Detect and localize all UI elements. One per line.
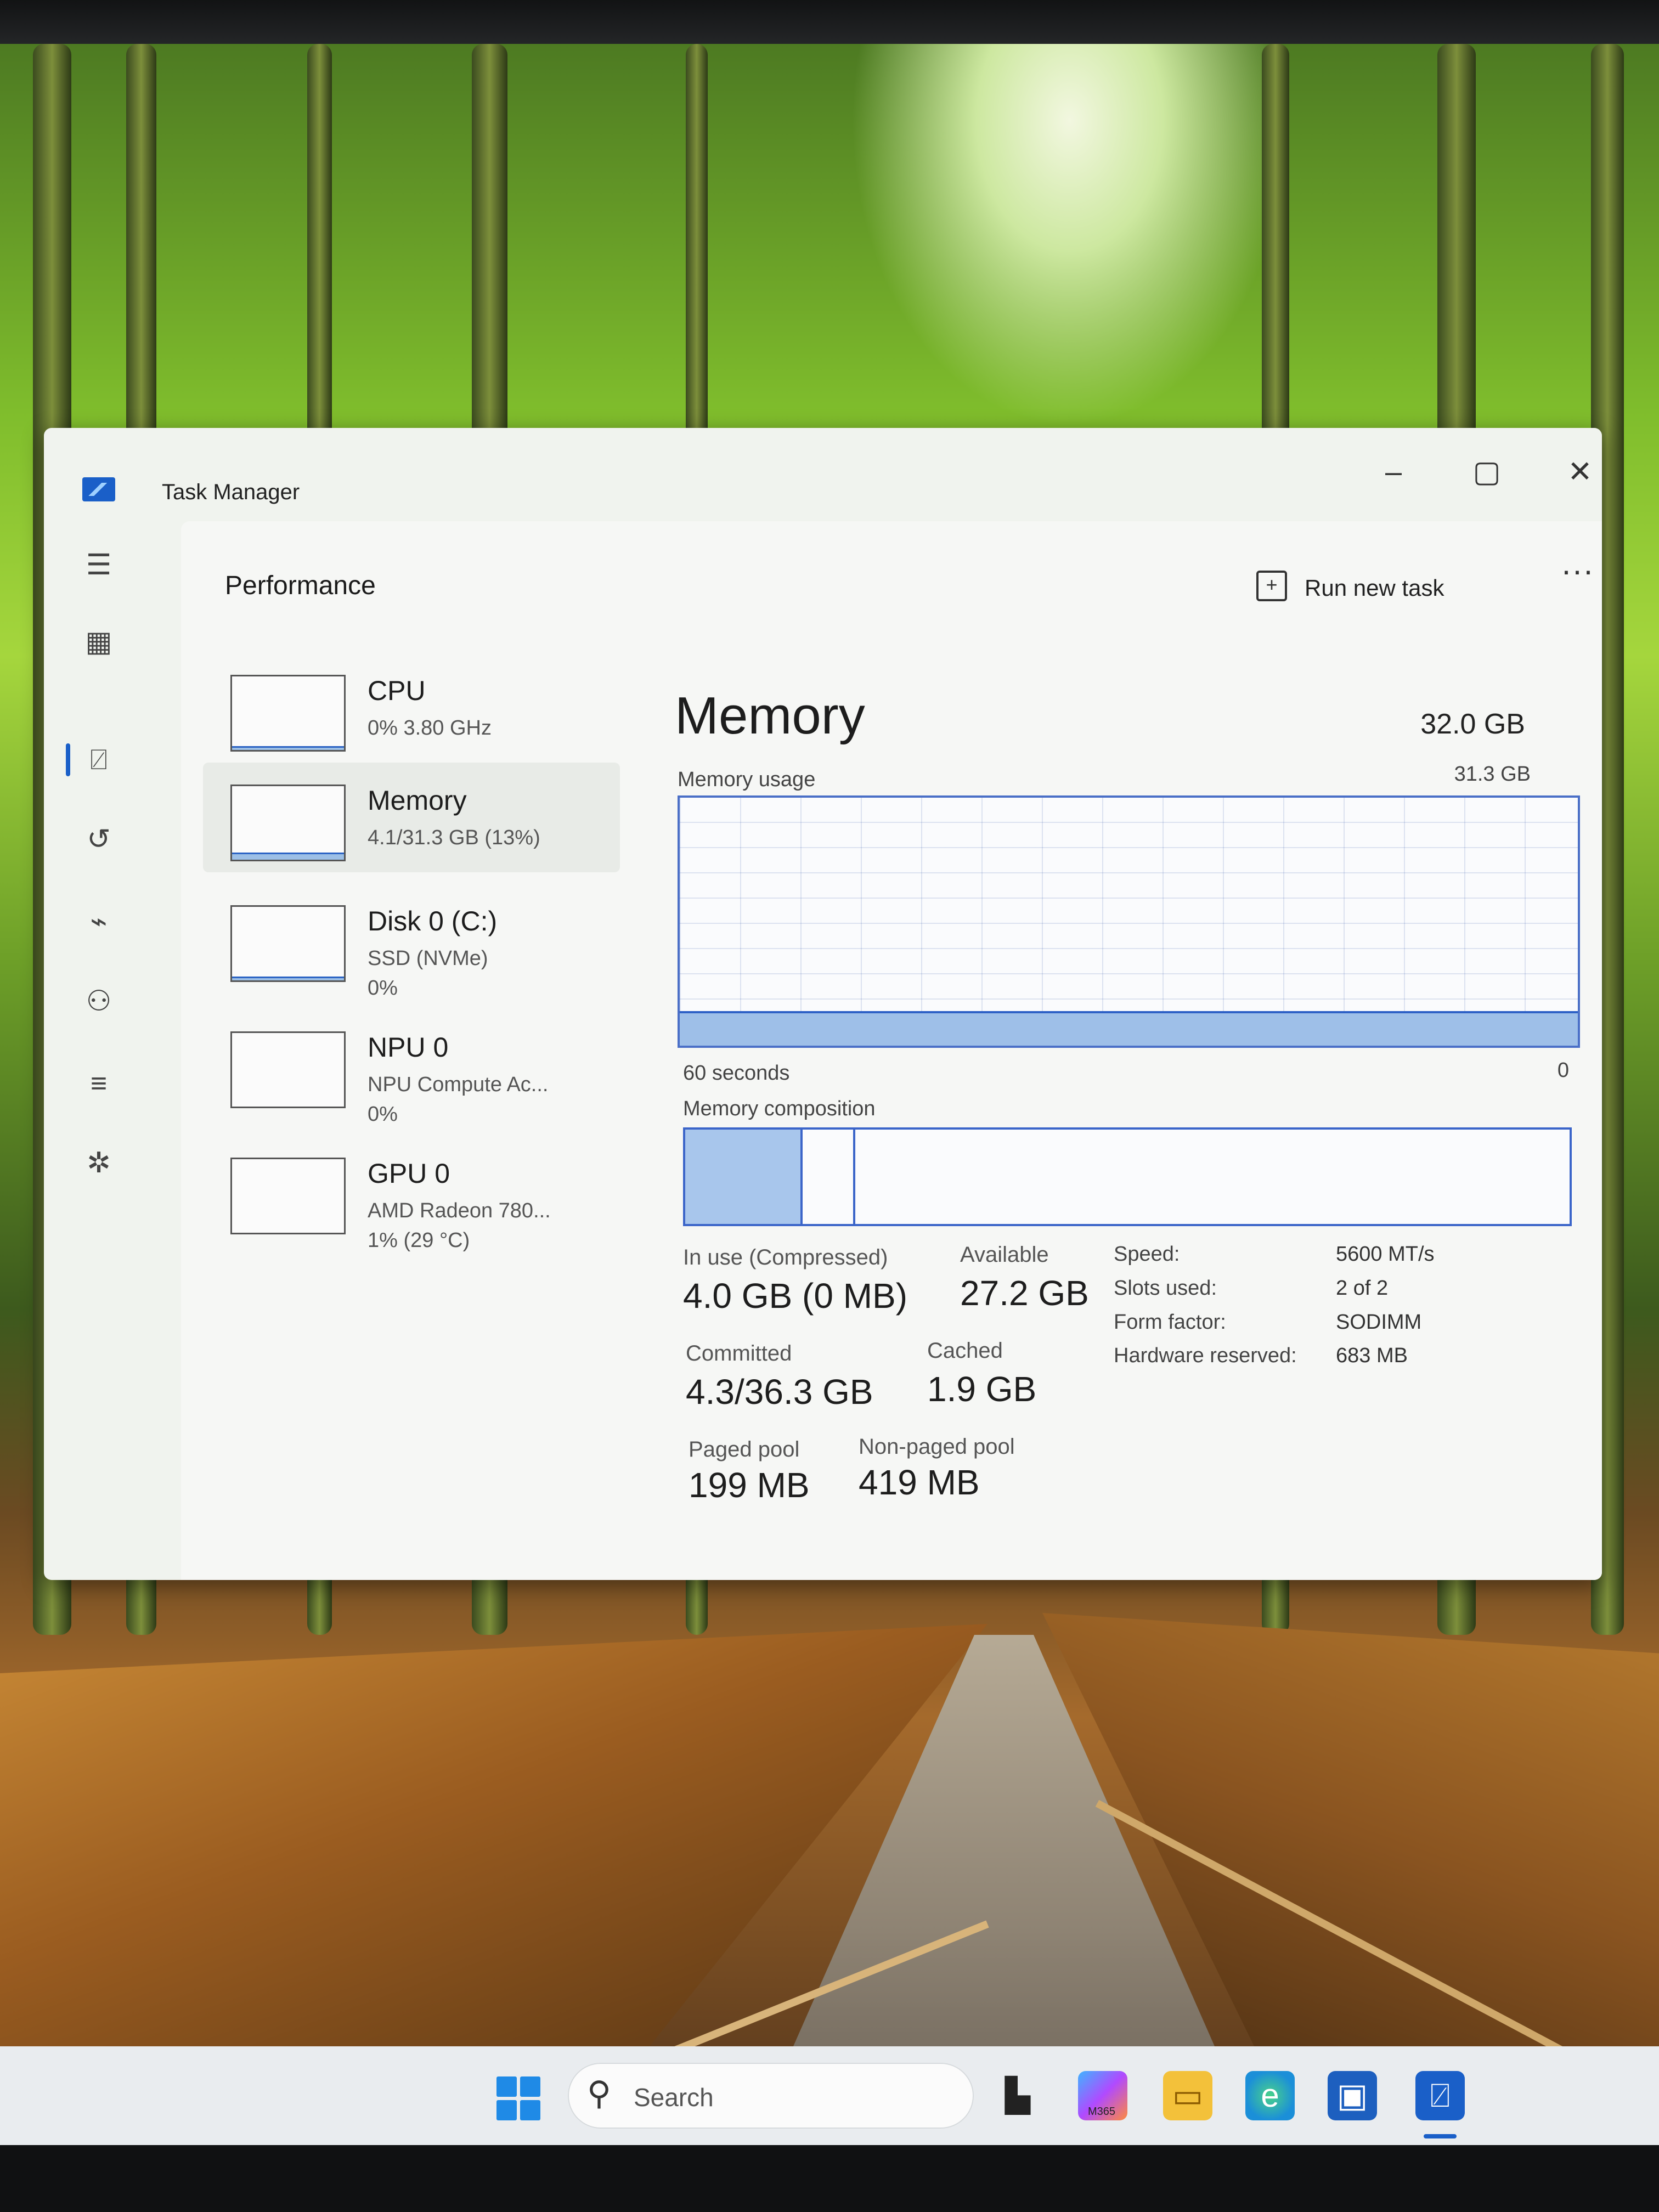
memory-composition-bar[interactable] <box>683 1127 1572 1226</box>
monitor-bezel-bottom <box>0 2145 1659 2212</box>
minimize-button[interactable]: – <box>1361 444 1426 499</box>
graph-time-label: 60 seconds <box>683 1062 790 1085</box>
gpu-thumbnail-graph <box>230 1158 346 1234</box>
paged-pool-value: 199 MB <box>689 1465 810 1505</box>
startup-apps-icon[interactable]: ⌁ <box>77 900 121 944</box>
nav-sidebar: ☰ ▦ ⍁ ↺ ⌁ ⚇ ≡ ✲ ⚙ <box>44 521 181 1580</box>
active-app-indicator <box>1424 2134 1457 2138</box>
device-disk[interactable]: Disk 0 (C:) SSD (NVMe) 0% <box>203 883 620 1000</box>
form-factor-value: SODIMM <box>1336 1311 1422 1334</box>
memory-composition-label: Memory composition <box>683 1097 876 1120</box>
run-new-task-label: Run new task <box>1305 575 1444 601</box>
device-name: Disk 0 (C:) <box>368 906 498 936</box>
composition-in-use <box>685 1130 803 1224</box>
device-name: CPU <box>368 675 426 706</box>
cpu-thumbnail-graph <box>230 675 346 752</box>
maximize-button[interactable]: ▢ <box>1454 444 1520 499</box>
close-button[interactable]: ✕ <box>1547 444 1602 499</box>
performance-icon[interactable]: ⍁ <box>77 738 121 782</box>
slots-value: 2 of 2 <box>1336 1277 1389 1300</box>
more-options-icon[interactable]: ··· <box>1558 551 1596 601</box>
device-detail: 0% 3.80 GHz <box>368 716 492 740</box>
device-memory[interactable]: Memory 4.1/31.3 GB (13%) <box>203 763 620 872</box>
disk-thumbnail-graph <box>230 905 346 982</box>
device-npu[interactable]: NPU 0 NPU Compute Ac... 0% <box>203 1009 620 1126</box>
memory-usage-label: Memory usage <box>678 768 816 791</box>
device-cpu[interactable]: CPU 0% 3.80 GHz <box>203 653 620 763</box>
wallpaper-sky <box>850 44 1289 428</box>
title-bar[interactable]: Task Manager – ▢ ✕ <box>44 428 1602 521</box>
task-manager-app-icon <box>82 477 115 501</box>
device-detail: 4.1/31.3 GB (13%) <box>368 826 540 849</box>
taskbar-search-box[interactable]: ⚲ Search <box>568 2063 974 2129</box>
device-usage: 0% <box>368 977 398 1000</box>
memory-total: 32.0 GB <box>1420 708 1525 740</box>
committed-value: 4.3/36.3 GB <box>686 1372 873 1412</box>
window-title: Task Manager <box>162 480 300 504</box>
m365-label: M365 <box>1088 2106 1116 2118</box>
search-placeholder: Search <box>634 2083 714 2112</box>
start-tile <box>520 2100 540 2120</box>
memory-usage-graph <box>678 795 1580 1048</box>
edge-browser-icon[interactable]: e <box>1245 2071 1295 2120</box>
device-name: NPU 0 <box>368 1032 449 1063</box>
graph-zero-label: 0 <box>1557 1059 1569 1082</box>
services-icon[interactable]: ✲ <box>77 1141 121 1185</box>
non-paged-pool-label: Non-paged pool <box>859 1435 1015 1459</box>
memory-thumbnail-graph <box>230 785 346 861</box>
committed-label: Committed <box>686 1341 792 1365</box>
microsoft-store-icon[interactable]: ▣ <box>1328 2071 1377 2120</box>
app-history-icon[interactable]: ↺ <box>77 817 121 861</box>
page-title: Performance <box>225 571 376 600</box>
memory-usage-fill <box>680 1011 1578 1046</box>
search-icon: ⚲ <box>587 2075 611 2112</box>
in-use-label: In use (Compressed) <box>683 1245 888 1269</box>
m365-copilot-icon[interactable]: M365 <box>1078 2071 1127 2120</box>
task-manager-window: Task Manager – ▢ ✕ ☰ ▦ ⍁ ↺ ⌁ ⚇ ≡ ✲ ⚙ Per… <box>44 428 1602 1580</box>
device-name: Memory <box>368 785 467 816</box>
run-task-icon: + <box>1256 571 1287 601</box>
device-detail: AMD Radeon 780... <box>368 1199 551 1222</box>
file-explorer-icon[interactable]: ▭ <box>1163 2071 1212 2120</box>
form-factor-label: Form factor: <box>1114 1311 1226 1334</box>
processes-icon[interactable]: ▦ <box>77 620 121 664</box>
in-use-value: 4.0 GB (0 MB) <box>683 1276 907 1316</box>
device-detail: SSD (NVMe) <box>368 947 488 970</box>
available-value: 27.2 GB <box>960 1273 1089 1313</box>
users-icon[interactable]: ⚇ <box>77 979 121 1023</box>
hamburger-menu-icon[interactable]: ☰ <box>77 543 121 587</box>
device-list: CPU 0% 3.80 GHz Memory 4.1/31.3 GB (13%)… <box>203 653 620 1256</box>
task-manager-taskbar-icon[interactable]: ⍁ <box>1415 2071 1465 2120</box>
memory-usage-max: 31.3 GB <box>1454 763 1531 786</box>
device-detail: NPU Compute Ac... <box>368 1073 549 1096</box>
speed-label: Speed: <box>1114 1243 1180 1266</box>
npu-thumbnail-graph <box>230 1031 346 1108</box>
start-tile <box>520 2076 540 2097</box>
speed-value: 5600 MT/s <box>1336 1243 1435 1266</box>
active-nav-indicator <box>66 743 70 776</box>
hardware-reserved-label: Hardware reserved: <box>1114 1344 1297 1367</box>
paged-pool-label: Paged pool <box>689 1437 800 1462</box>
run-new-task-button[interactable]: + Run new task <box>1256 560 1470 614</box>
device-usage: 0% <box>368 1103 398 1126</box>
slots-label: Slots used: <box>1114 1277 1217 1300</box>
device-name: GPU 0 <box>368 1158 450 1189</box>
start-tile <box>496 2076 517 2097</box>
device-gpu[interactable]: GPU 0 AMD Radeon 780... 1% (29 °C) <box>203 1136 620 1252</box>
device-usage: 1% (29 °C) <box>368 1229 470 1252</box>
performance-page: Performance + Run new task ··· CPU 0% 3.… <box>181 521 1602 1580</box>
composition-modified <box>800 1130 856 1224</box>
hardware-reserved-value: 683 MB <box>1336 1344 1408 1367</box>
cached-label: Cached <box>927 1339 1003 1363</box>
task-view-icon[interactable]: ▙ <box>993 2071 1042 2120</box>
details-icon[interactable]: ≡ <box>77 1062 121 1105</box>
cached-value: 1.9 GB <box>927 1369 1037 1409</box>
start-button[interactable] <box>496 2076 540 2120</box>
start-tile <box>496 2100 517 2120</box>
available-label: Available <box>960 1243 1049 1267</box>
memory-heading: Memory <box>675 686 865 745</box>
non-paged-pool-value: 419 MB <box>859 1463 980 1502</box>
taskbar: ⚲ Search ▙ M365 ▭ e ▣ ⍁ <box>0 2046 1659 2145</box>
